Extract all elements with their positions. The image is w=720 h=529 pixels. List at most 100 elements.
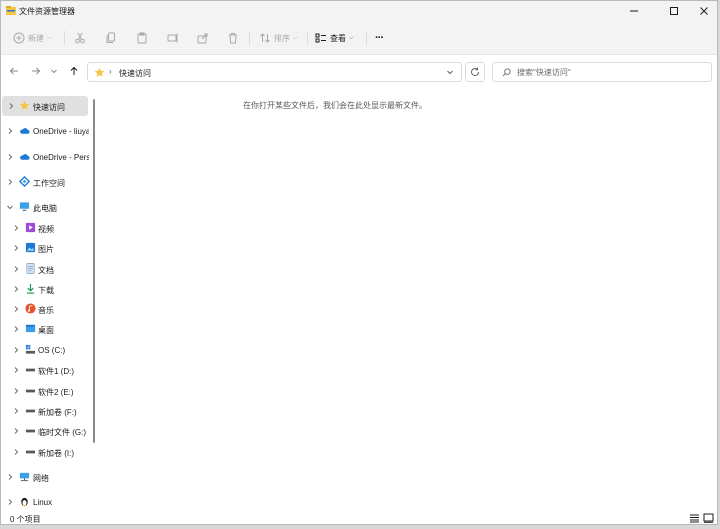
sidebar-item-drive-g[interactable]: 临时文件 (G:): [1, 421, 89, 441]
rename-icon: [167, 33, 178, 43]
view-list-icon: [315, 33, 326, 43]
sidebar-item-documents[interactable]: 文档: [1, 259, 89, 279]
sidebar-item-drive-e[interactable]: 软件2 (E:): [1, 381, 89, 401]
search-box[interactable]: [492, 62, 712, 82]
command-bar: 新建 ⌵ 排序 ⌵ 查看 ⌵ ···: [1, 21, 717, 55]
view-button[interactable]: 查看 ⌵: [315, 30, 354, 46]
view-button-label: 查看: [330, 33, 346, 43]
item-count: 0 个项目: [10, 515, 41, 524]
paste-button[interactable]: [136, 30, 148, 46]
desktop-icon: [25, 324, 36, 333]
recent-locations-button[interactable]: [49, 64, 59, 78]
more-ellipsis-icon: ···: [375, 32, 384, 44]
breadcrumb-quick-access[interactable]: 快速访问: [119, 68, 151, 79]
sidebar-item-network[interactable]: 网络: [1, 467, 89, 487]
sidebar-item-label: 新加卷 (F:): [38, 408, 77, 417]
sidebar-item-label: 软件2 (E:): [38, 388, 74, 397]
star-icon: [19, 100, 30, 110]
chevron-right-icon[interactable]: [12, 366, 20, 374]
plus-circle-icon: [13, 32, 25, 44]
sidebar-item-label: Linux: [33, 498, 53, 507]
minimize-button[interactable]: [617, 1, 651, 21]
cut-button[interactable]: [74, 30, 86, 46]
rename-button[interactable]: [167, 30, 179, 46]
forward-button[interactable]: [29, 64, 43, 78]
sidebar-item-label: 文档: [38, 266, 54, 275]
back-button[interactable]: [7, 64, 21, 78]
refresh-button[interactable]: [465, 62, 485, 82]
chevron-right-icon[interactable]: [6, 127, 14, 135]
drive-icon: [25, 429, 36, 433]
sidebar-item-workspace[interactable]: 工作空间: [1, 172, 89, 192]
sidebar-item-music[interactable]: 音乐: [1, 299, 89, 319]
sidebar-item-downloads[interactable]: 下载: [1, 279, 89, 299]
sidebar-item-drive-c[interactable]: OS (C:): [1, 340, 89, 360]
new-button[interactable]: 新建 ⌵: [13, 30, 52, 46]
sidebar-item-this-pc[interactable]: 此电脑: [1, 197, 89, 217]
close-icon: [700, 7, 708, 15]
drive-icon: [25, 389, 36, 393]
sidebar-item-onedrive-liuya[interactable]: OneDrive - liuya: [1, 121, 89, 141]
close-button[interactable]: [687, 1, 717, 21]
chevron-down-icon: ⌵: [47, 34, 52, 41]
sidebar-scrollbar[interactable]: [91, 91, 97, 511]
delete-button[interactable]: [227, 30, 239, 46]
chevron-right-icon[interactable]: [12, 305, 20, 313]
drive-icon: [25, 368, 36, 372]
drive-icon: [25, 409, 36, 413]
chevron-right-icon[interactable]: [12, 244, 20, 252]
chevron-right-icon[interactable]: [6, 178, 14, 186]
videos-icon: [25, 222, 36, 233]
chevron-right-icon[interactable]: [12, 285, 20, 293]
scrollbar-thumb[interactable]: [93, 99, 95, 443]
file-explorer-icon: [6, 6, 16, 15]
chevron-right-icon[interactable]: [6, 498, 14, 506]
details-view-icon[interactable]: [689, 513, 700, 523]
network-icon: [19, 472, 30, 482]
sidebar-item-drive-i[interactable]: 新加卷 (I:): [1, 442, 89, 462]
chevron-right-icon[interactable]: [12, 224, 20, 232]
chevron-right-icon[interactable]: [12, 427, 20, 435]
chevron-right-icon[interactable]: [12, 448, 20, 456]
breadcrumb-separator: ›: [109, 67, 112, 76]
drive-icon: [25, 450, 36, 454]
maximize-button[interactable]: [657, 1, 691, 21]
workspace-icon: [19, 176, 30, 187]
chevron-down-icon[interactable]: [6, 203, 14, 211]
sort-button[interactable]: 排序 ⌵: [259, 30, 298, 46]
os-drive-icon: [25, 344, 36, 354]
refresh-icon: [471, 67, 480, 77]
sidebar-item-quick-access[interactable]: 快速访问: [2, 96, 88, 116]
chevron-right-icon[interactable]: [12, 325, 20, 333]
file-explorer-window: 文件资源管理器 新建 ⌵ 排序 ⌵ 查看 ⌵ ··· › 快速访问 搜索"快速访…: [0, 0, 718, 525]
chevron-down-icon[interactable]: [445, 67, 455, 77]
sidebar-item-pictures[interactable]: 图片: [1, 238, 89, 258]
chevron-right-icon[interactable]: [12, 265, 20, 273]
address-bar[interactable]: › 快速访问: [87, 62, 462, 82]
chevron-right-icon[interactable]: [12, 387, 20, 395]
search-input[interactable]: [517, 65, 702, 79]
up-button[interactable]: [67, 64, 81, 78]
sidebar-item-onedrive-personal[interactable]: OneDrive - Pers: [1, 147, 89, 167]
onedrive-cloud-icon: [20, 154, 30, 160]
chevron-right-icon[interactable]: [7, 102, 15, 110]
arrow-up-icon: [70, 66, 78, 75]
sidebar-item-label: 网络: [33, 474, 49, 483]
more-options-button[interactable]: ···: [375, 30, 384, 46]
copy-button[interactable]: [105, 30, 117, 46]
share-button[interactable]: [197, 30, 209, 46]
sidebar-item-linux[interactable]: Linux: [1, 492, 89, 510]
sidebar-item-desktop[interactable]: 桌面: [1, 319, 89, 339]
chevron-right-icon[interactable]: [6, 153, 14, 161]
sidebar-item-videos[interactable]: 视频: [1, 218, 89, 238]
title-bar[interactable]: 文件资源管理器: [1, 1, 717, 21]
chevron-right-icon[interactable]: [12, 407, 20, 415]
sidebar-item-label: 图片: [38, 245, 54, 254]
sidebar-item-label: 视频: [38, 225, 54, 234]
large-icons-view-icon[interactable]: [703, 513, 714, 523]
sidebar-item-drive-d[interactable]: 软件1 (D:): [1, 360, 89, 380]
sidebar-item-drive-f[interactable]: 新加卷 (F:): [1, 401, 89, 421]
chevron-right-icon[interactable]: [12, 346, 20, 354]
file-list-area[interactable]: 在你打开某些文件后，我们会在此处显示最新文件。: [101, 90, 717, 510]
chevron-right-icon[interactable]: [6, 473, 14, 481]
